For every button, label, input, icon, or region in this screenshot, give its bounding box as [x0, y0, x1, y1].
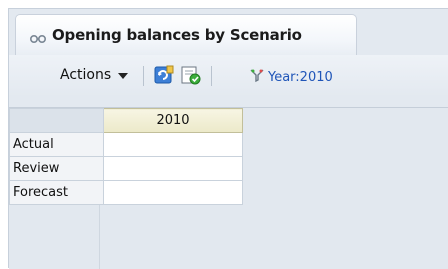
data-cell-review-2010[interactable]: [103, 156, 243, 181]
toolbar-separator: [211, 66, 212, 86]
toolbar: Actions Year:2010: [9, 55, 448, 97]
chevron-down-icon: [118, 73, 129, 79]
refresh-icon[interactable]: [153, 64, 175, 86]
grid-corner-cell: [9, 108, 104, 133]
data-grid: 2010 Actual Review Forecast: [9, 107, 448, 269]
table-row: Forecast: [9, 180, 243, 205]
table-row: Review: [9, 156, 243, 181]
data-cell-actual-2010[interactable]: [103, 132, 243, 157]
glasses-icon: [29, 29, 47, 44]
actions-menu-button[interactable]: Actions: [60, 67, 129, 83]
filter-icon: [249, 67, 265, 87]
row-header-actual: Actual: [9, 132, 104, 157]
tab-opening-balances[interactable]: Opening balances by Scenario: [15, 14, 357, 55]
toolbar-separator: [143, 66, 144, 86]
data-cell-forecast-2010[interactable]: [103, 180, 243, 205]
table-row: Actual: [9, 132, 243, 157]
tab-title: Opening balances by Scenario: [52, 26, 302, 44]
actions-label: Actions: [60, 67, 112, 83]
save-icon[interactable]: [180, 64, 202, 86]
year-filter-label: Year:2010: [268, 69, 333, 85]
form-panel: Opening balances by Scenario Actions Yea…: [8, 8, 448, 269]
column-header-2010: 2010: [103, 108, 243, 133]
year-filter-link[interactable]: Year:2010: [249, 67, 333, 87]
row-header-review: Review: [9, 156, 104, 181]
row-header-forecast: Forecast: [9, 180, 104, 205]
data-grid-table: 2010 Actual Review Forecast: [9, 108, 243, 205]
